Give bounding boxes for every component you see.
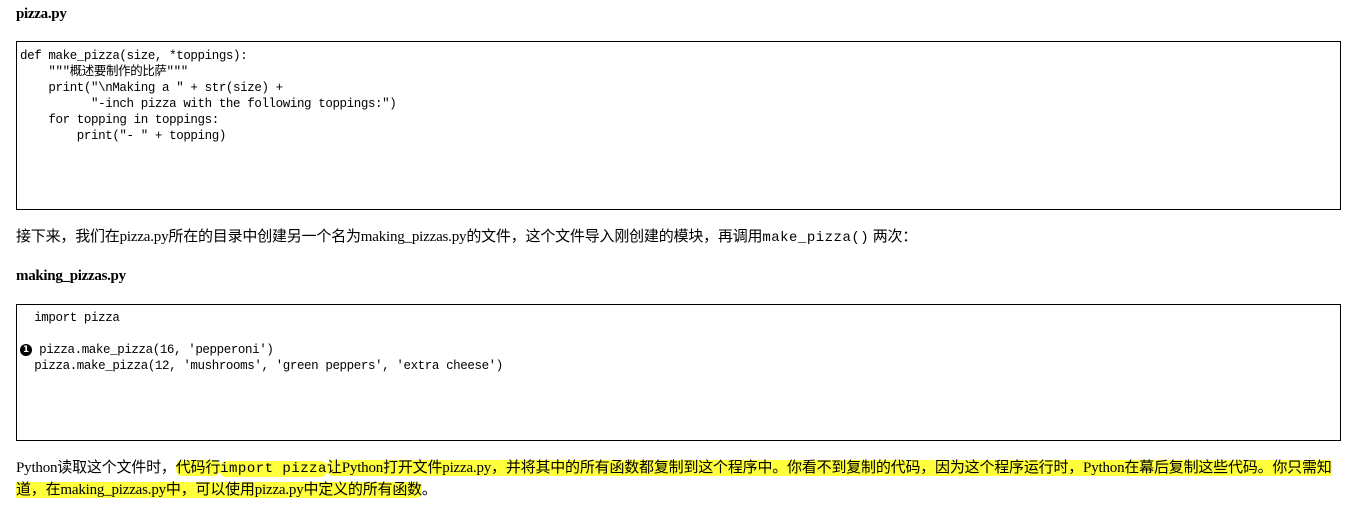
intro-text: 接下来，我们在pizza.py所在的目录中创建另一个名为making_pizza… — [16, 229, 763, 245]
code-block-making-pizzas: import pizza 1 pizza.make_pizza(16, 'pep… — [16, 304, 1341, 441]
code-block-pizza: def make_pizza(size, *toppings): """概述要制… — [16, 41, 1341, 210]
intro-paragraph: 接下来，我们在pizza.py所在的目录中创建另一个名为making_pizza… — [16, 227, 1336, 249]
annotation-marker: 1 — [20, 344, 32, 356]
code-line-call-1: pizza.make_pizza(16, 'pepperoni') — [32, 343, 274, 357]
code-line-call-2: pizza.make_pizza(12, 'mushrooms', 'green… — [20, 359, 503, 373]
explanation-lead: Python读取这个文件时， — [16, 460, 176, 476]
explanation-paragraph: Python读取这个文件时，代码行import pizza让Python打开文件… — [16, 458, 1336, 501]
code-text-making-pizzas: import pizza 1 pizza.make_pizza(16, 'pep… — [17, 305, 1340, 374]
file-title-pizza: pizza.py — [16, 6, 67, 22]
explanation-tail: 。 — [421, 482, 437, 498]
file-title-making-pizzas: making_pizzas.py — [16, 268, 126, 284]
code-line-import: import pizza — [20, 311, 120, 325]
explanation-code: import pizza — [220, 461, 327, 477]
intro-suffix: 两次： — [869, 229, 918, 245]
code-text-pizza: def make_pizza(size, *toppings): """概述要制… — [20, 49, 397, 143]
highlight-a: 代码行 — [175, 460, 221, 476]
intro-code: make_pizza() — [762, 230, 870, 246]
